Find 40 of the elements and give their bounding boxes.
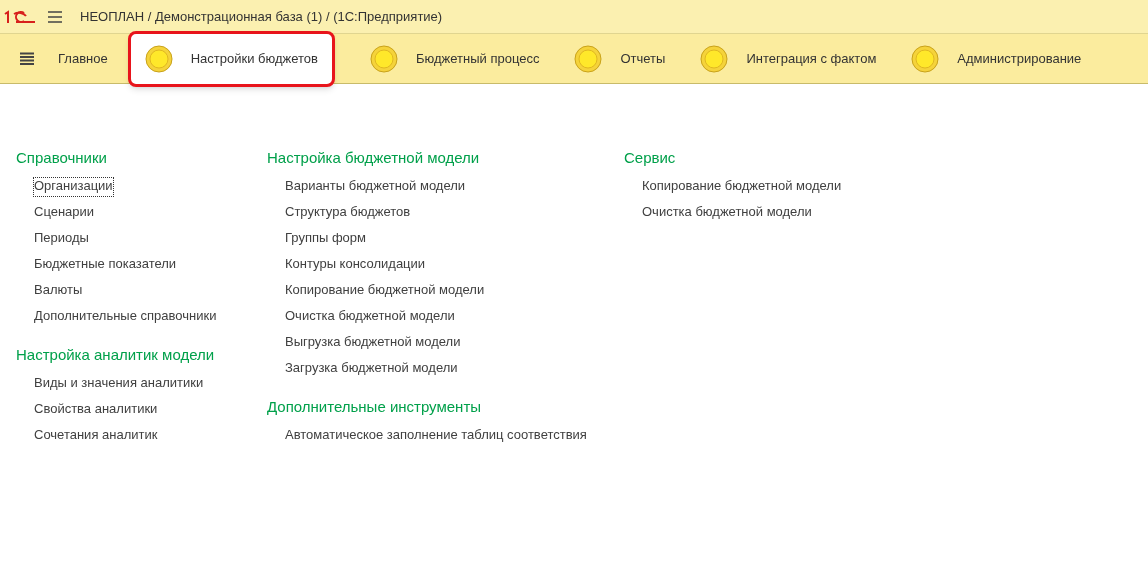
command-link[interactable]: Варианты бюджетной модели: [285, 178, 466, 196]
command-link[interactable]: Периоды: [34, 230, 89, 248]
command-link[interactable]: Выгрузка бюджетной модели: [285, 334, 461, 352]
command-link[interactable]: Загрузка бюджетной модели: [285, 360, 458, 378]
command-link[interactable]: Сочетания аналитик: [34, 427, 158, 445]
group-heading: Справочники: [16, 148, 107, 168]
group-heading: Сервис: [624, 148, 676, 168]
logo-icon: [4, 9, 36, 24]
command-link[interactable]: Копирование бюджетной модели: [285, 282, 485, 300]
section-tab[interactable]: Интеграция с фактом: [683, 34, 894, 83]
group-heading: Настройка бюджетной модели: [267, 148, 480, 168]
command-link[interactable]: Структура бюджетов: [285, 204, 411, 222]
section-tab[interactable]: Администрирование: [894, 34, 1099, 83]
command-link[interactable]: Очистка бюджетной модели: [285, 308, 455, 326]
group-heading: Настройка аналитик модели: [16, 345, 215, 365]
command-link[interactable]: Группы форм: [285, 230, 367, 248]
circle-icon: [700, 44, 729, 73]
section-tab[interactable]: Главное: [44, 34, 122, 83]
circle-icon: [144, 44, 173, 73]
circle-icon: [574, 44, 603, 73]
command-link[interactable]: Контуры консолидации: [285, 256, 426, 274]
command-link[interactable]: Валюты: [34, 282, 83, 300]
section-tab[interactable]: Настройки бюджетов: [127, 30, 335, 87]
circle-icon: [911, 44, 940, 73]
section-tab[interactable]: Бюджетный процесс: [352, 34, 557, 83]
command-link[interactable]: Виды и значения аналитики: [34, 375, 204, 393]
command-link[interactable]: Сценарии: [34, 204, 95, 222]
circle-icon: [369, 44, 398, 73]
command-link[interactable]: Автоматическое заполнение таблиц соответствия: [285, 427, 587, 445]
group-heading: Дополнительные инструменты: [267, 397, 482, 417]
command-link[interactable]: Свойства аналитики: [34, 401, 158, 419]
command-link[interactable]: Копирование бюджетной модели: [642, 178, 842, 196]
command-link[interactable]: Бюджетные показатели: [34, 256, 177, 274]
menu-icon[interactable]: [48, 10, 62, 23]
menu-icon[interactable]: [20, 51, 34, 66]
command-link[interactable]: Очистка бюджетной модели: [642, 204, 812, 222]
window-title: НЕОПЛАН / Демонстрационная база (1) / (1С:Предприятие): [80, 7, 443, 26]
command-link[interactable]: Организации: [34, 178, 113, 196]
command-link[interactable]: Дополнительные справочники: [34, 308, 217, 326]
section-tab[interactable]: Отчеты: [557, 34, 683, 83]
